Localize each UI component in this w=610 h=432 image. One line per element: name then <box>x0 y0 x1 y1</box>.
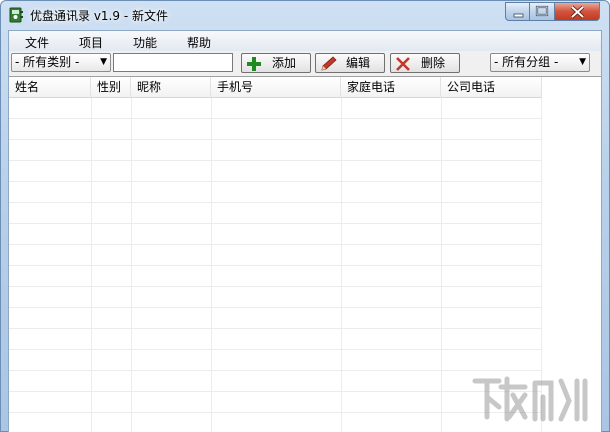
column-header-mobile[interactable]: 手机号 <box>211 77 341 98</box>
category-select[interactable]: - 所有类别 - ▼ <box>11 53 111 72</box>
toolbar: - 所有类别 - ▼ 添加 编辑 删除 - 所有分组 - ▼ <box>9 51 601 75</box>
minimize-button[interactable] <box>505 2 530 21</box>
table-row[interactable] <box>9 119 542 140</box>
table-row[interactable] <box>9 140 542 161</box>
table-row[interactable] <box>9 182 542 203</box>
edit-label: 编辑 <box>346 56 371 70</box>
delete-label: 删除 <box>421 56 446 70</box>
table-row[interactable] <box>9 371 542 392</box>
menu-file[interactable]: 文件 <box>25 34 49 51</box>
table-row[interactable] <box>9 266 542 287</box>
menu-help[interactable]: 帮助 <box>187 34 211 51</box>
column-header-gender[interactable]: 性别 <box>91 77 131 98</box>
menu-project[interactable]: 项目 <box>79 34 103 51</box>
column-header-name[interactable]: 姓名 <box>9 77 91 98</box>
close-icon <box>570 5 585 19</box>
app-window: 优盘通讯录 v1.9 - 新文件 文件 项目 功能 帮助 - 所有类别 - ▼ <box>0 0 610 432</box>
address-book-icon <box>9 7 23 23</box>
plus-icon <box>247 57 261 71</box>
column-header-home-phone[interactable]: 家庭电话 <box>341 77 441 98</box>
table-row[interactable] <box>9 287 542 308</box>
group-select-value: - 所有分组 - <box>494 55 559 69</box>
column-header-work-phone[interactable]: 公司电话 <box>441 77 542 98</box>
table-row[interactable] <box>9 350 542 371</box>
minimize-icon <box>513 13 524 18</box>
window-title: 优盘通讯录 v1.9 - 新文件 <box>30 9 168 23</box>
table-header: 姓名 性别 昵称 手机号 家庭电话 公司电话 <box>9 77 542 98</box>
search-input[interactable] <box>113 53 233 72</box>
menu-function[interactable]: 功能 <box>133 34 157 51</box>
delete-button[interactable]: 删除 <box>390 53 460 73</box>
chevron-down-icon: ▼ <box>579 57 586 67</box>
table-row[interactable] <box>9 329 542 350</box>
table-row[interactable] <box>9 413 542 432</box>
title-bar[interactable]: 优盘通讯录 v1.9 - 新文件 <box>1 1 609 29</box>
edit-button[interactable]: 编辑 <box>315 53 385 73</box>
menu-bar: 文件 项目 功能 帮助 <box>9 31 601 51</box>
table-row[interactable] <box>9 245 542 266</box>
table-body <box>9 98 542 432</box>
table-row[interactable] <box>9 98 542 119</box>
maximize-button[interactable] <box>530 2 555 21</box>
client-area: 文件 项目 功能 帮助 - 所有类别 - ▼ 添加 编辑 删除 - 所有分组 -… <box>8 30 602 432</box>
chevron-down-icon: ▼ <box>100 57 107 67</box>
table-row[interactable] <box>9 308 542 329</box>
table-row[interactable] <box>9 392 542 413</box>
group-select[interactable]: - 所有分组 - ▼ <box>490 53 590 72</box>
pencil-icon <box>321 56 337 71</box>
column-header-nickname[interactable]: 昵称 <box>131 77 211 98</box>
add-button[interactable]: 添加 <box>241 53 311 73</box>
maximize-icon <box>535 5 549 17</box>
table-row[interactable] <box>9 203 542 224</box>
table-row[interactable] <box>9 224 542 245</box>
x-icon <box>396 57 410 71</box>
close-button[interactable] <box>555 2 600 21</box>
table-row[interactable] <box>9 161 542 182</box>
add-label: 添加 <box>272 56 297 70</box>
category-select-value: - 所有类别 - <box>15 55 80 69</box>
watermark-logo <box>472 376 588 422</box>
